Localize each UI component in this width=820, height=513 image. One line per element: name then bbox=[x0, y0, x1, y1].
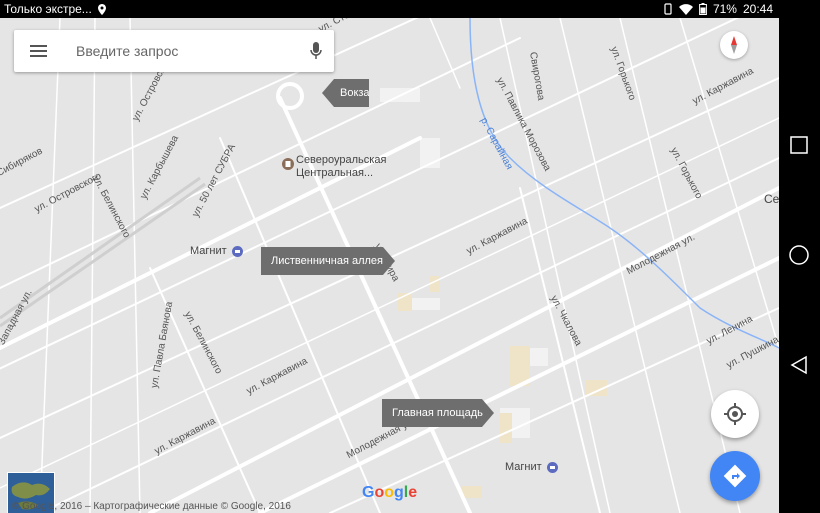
vibrate-icon bbox=[664, 3, 672, 15]
mic-icon[interactable] bbox=[310, 42, 322, 60]
location-status-icon bbox=[97, 3, 106, 15]
copyright-text: © Google, 2016 – Картографические данные… bbox=[12, 501, 291, 512]
directions-button[interactable] bbox=[710, 451, 760, 501]
directions-icon bbox=[723, 464, 747, 488]
compass-icon bbox=[731, 36, 737, 54]
search-input[interactable]: Введите запрос bbox=[76, 43, 178, 59]
search-bar[interactable]: Введите запрос bbox=[14, 30, 334, 72]
my-location-button[interactable] bbox=[711, 390, 759, 438]
store-poi-2[interactable]: Магнит bbox=[505, 461, 558, 473]
system-nav-bar bbox=[779, 0, 820, 513]
battery-icon bbox=[699, 3, 707, 15]
store-name: Магнит bbox=[505, 461, 542, 473]
store-poi-1[interactable]: Магнит bbox=[190, 245, 243, 257]
google-logo: Google bbox=[362, 484, 418, 501]
notification-text: Только экстре... bbox=[4, 2, 92, 16]
hospital-name-line1: Североуральская bbox=[296, 154, 387, 166]
my-location-icon bbox=[724, 403, 746, 425]
hospital-icon bbox=[282, 158, 294, 170]
compass-button[interactable] bbox=[720, 31, 748, 59]
store-name: Магнит bbox=[190, 245, 227, 257]
circle-nav-icon[interactable] bbox=[789, 245, 809, 265]
clock: 20:44 bbox=[742, 2, 773, 16]
edge-label: Се bbox=[764, 192, 779, 206]
hospital-poi[interactable]: Североуральская Центральная... bbox=[282, 154, 386, 180]
battery-percent: 71% bbox=[712, 2, 737, 16]
tag-square[interactable]: Главная площадь bbox=[382, 399, 494, 427]
shopping-cart-icon bbox=[546, 461, 558, 473]
square-nav-icon[interactable] bbox=[789, 135, 809, 155]
tag-alley[interactable]: Лиственничная аллея bbox=[261, 247, 395, 275]
status-bar: Только экстре... 71% 20:44 bbox=[0, 0, 779, 18]
hospital-name-line2: Центральная... bbox=[296, 167, 374, 179]
shopping-cart-icon bbox=[231, 245, 243, 257]
wifi-icon bbox=[678, 3, 693, 15]
map-canvas[interactable]: ул. Степана Разина ул. Островского ул. Б… bbox=[0, 18, 779, 513]
menu-icon[interactable] bbox=[30, 45, 47, 57]
back-nav-icon[interactable] bbox=[789, 355, 809, 375]
